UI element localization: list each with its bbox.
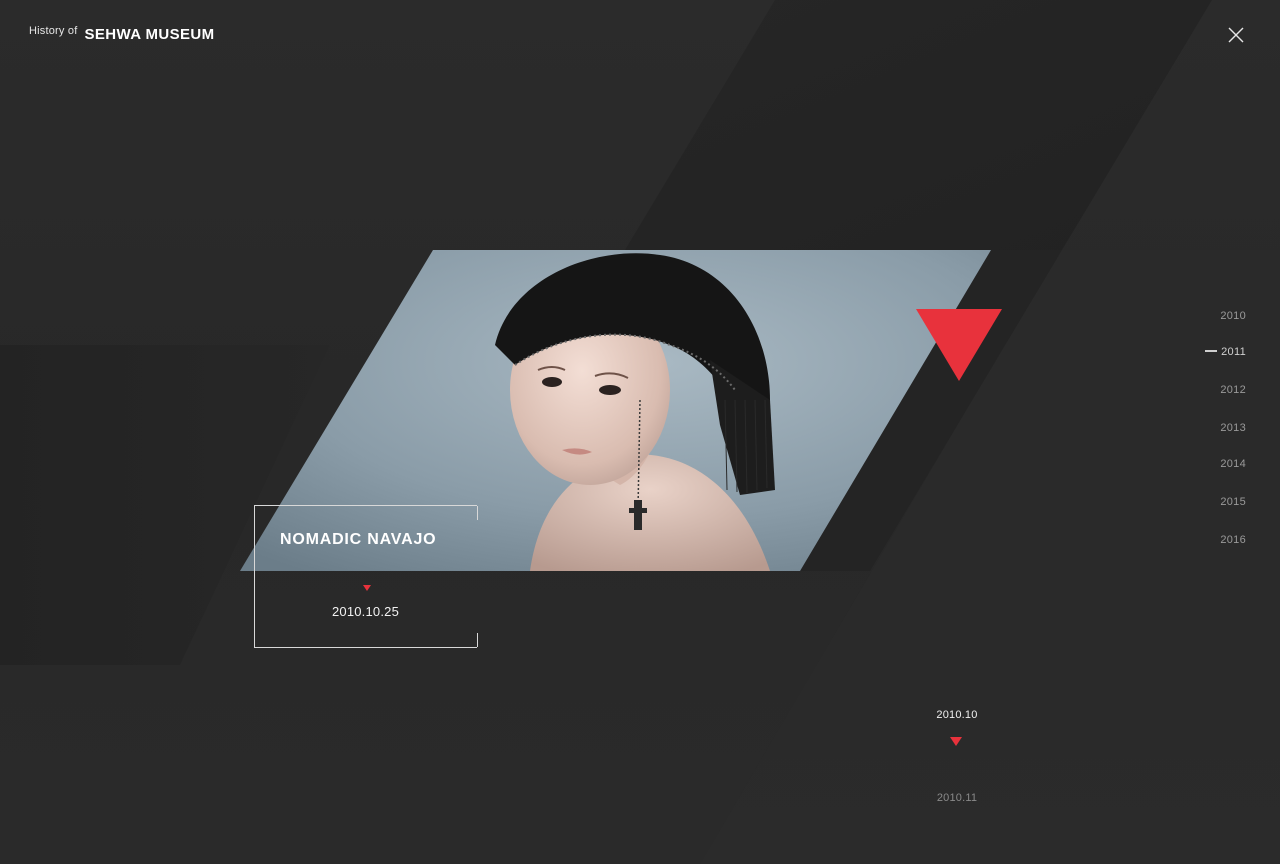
year-item-2013[interactable]: 2013 (1220, 422, 1246, 434)
history-page: History of SEHWA MUSEUM NOMADIC NAVAJO 2… (0, 0, 1280, 864)
year-item-2015[interactable]: 2015 (1220, 496, 1246, 508)
month-current[interactable]: 2010.10 (917, 709, 997, 721)
triangle-down-icon (950, 737, 962, 746)
year-item-2012[interactable]: 2012 (1220, 384, 1246, 396)
year-item-2011[interactable]: 2011 (1205, 346, 1246, 358)
month-next[interactable]: 2010.11 (917, 792, 997, 804)
close-button[interactable] (1227, 26, 1245, 44)
year-item-2010[interactable]: 2010 (1220, 310, 1246, 322)
close-icon (1228, 27, 1244, 43)
featured-title: NOMADIC NAVAJO (280, 531, 437, 548)
header-brand[interactable]: SEHWA MUSEUM (84, 26, 214, 43)
active-year-dash (1205, 350, 1218, 353)
year-item-2014[interactable]: 2014 (1220, 458, 1246, 470)
site-header: History of SEHWA MUSEUM (29, 25, 215, 43)
info-box-corner-bottom (477, 633, 478, 647)
triangle-down-icon (363, 585, 371, 591)
photo-marker-icon (916, 309, 1002, 381)
year-item-2016[interactable]: 2016 (1220, 534, 1246, 546)
featured-info-box[interactable]: NOMADIC NAVAJO 2010.10.25 (254, 505, 478, 648)
featured-date: 2010.10.25 (331, 604, 400, 619)
header-pre-title: History of (29, 25, 78, 37)
info-box-corner-top (477, 506, 478, 520)
